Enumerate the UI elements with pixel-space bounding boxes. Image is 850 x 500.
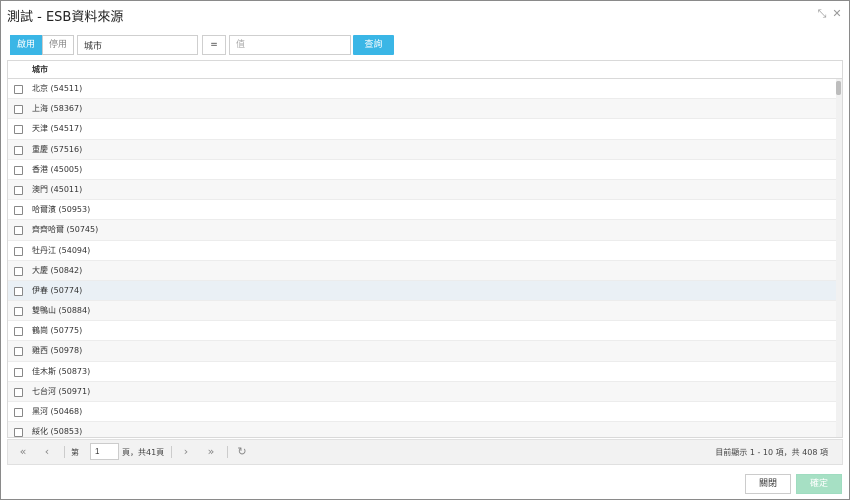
row-checkbox[interactable]: [14, 105, 23, 115]
table-row[interactable]: 天津 (54517): [8, 119, 836, 140]
first-page-icon[interactable]: «: [16, 445, 30, 459]
city-cell: 哈爾濱 (50953): [32, 205, 91, 215]
query-button[interactable]: 查詢: [353, 35, 394, 55]
filter-value-input[interactable]: [229, 35, 351, 55]
city-cell: 澳門 (45011): [32, 184, 83, 194]
row-checkbox[interactable]: [14, 307, 23, 317]
city-cell: 上海 (58367): [32, 104, 83, 114]
city-cell: 牡丹江 (54094): [32, 245, 91, 255]
city-cell: 綏化 (50853): [32, 427, 83, 437]
row-checkbox[interactable]: [14, 165, 23, 175]
scrollbar-thumb[interactable]: [836, 81, 841, 95]
pager: « ‹ 第 頁，共41頁 › » ↻ 目前顯示 1 - 10 項，共 408 項: [7, 439, 843, 465]
table-row[interactable]: 上海 (58367): [8, 99, 836, 120]
table-row[interactable]: 北京 (54511): [8, 79, 836, 100]
row-checkbox[interactable]: [14, 145, 23, 155]
close-button[interactable]: 關閉: [745, 474, 791, 494]
table-row[interactable]: 黑河 (50468): [8, 402, 836, 423]
row-checkbox[interactable]: [14, 266, 23, 276]
row-checkbox[interactable]: [14, 85, 23, 94]
close-icon[interactable]: ✕: [830, 7, 844, 21]
row-checkbox[interactable]: [14, 125, 23, 135]
city-cell: 雙鴨山 (50884): [32, 306, 91, 316]
pager-divider: [171, 446, 172, 458]
page-number-input[interactable]: [90, 443, 119, 460]
ok-button[interactable]: 確定: [796, 474, 842, 494]
table-row[interactable]: 佳木斯 (50873): [8, 362, 836, 382]
city-grid: 城市 北京 (54511) 上海 (58367) 天津 (54517) 重慶 (575…: [7, 60, 843, 438]
city-cell: 七台河 (50971): [32, 386, 91, 396]
city-cell: 齊齊哈爾 (50745): [32, 225, 99, 235]
city-cell: 香港 (45005): [32, 164, 83, 174]
table-row[interactable]: 澳門 (45011): [8, 179, 836, 201]
row-checkbox[interactable]: [14, 367, 23, 377]
grid-scrollbar[interactable]: [836, 79, 842, 437]
row-checkbox[interactable]: [14, 226, 23, 236]
row-checkbox[interactable]: [14, 408, 23, 417]
next-page-icon[interactable]: ›: [179, 445, 193, 459]
table-row[interactable]: 牡丹江 (54094): [8, 241, 836, 261]
row-checkbox[interactable]: [14, 185, 23, 195]
pager-divider: [64, 446, 65, 458]
table-row[interactable]: 綏化 (50853): [8, 422, 836, 437]
enable-toggle[interactable]: 啟用: [10, 35, 42, 55]
row-checkbox[interactable]: [14, 286, 23, 296]
prev-page-icon[interactable]: ‹: [40, 445, 54, 459]
pager-info: 目前顯示 1 - 10 項，共 408 項: [715, 448, 828, 457]
city-cell: 黑河 (50468): [32, 407, 83, 416]
operator-select[interactable]: [202, 35, 226, 55]
pager-divider: [227, 446, 228, 458]
row-checkbox[interactable]: [14, 387, 23, 397]
table-row[interactable]: 鶴崗 (50775): [8, 321, 836, 342]
disable-toggle[interactable]: 停用: [42, 35, 74, 55]
column-header-city[interactable]: 城市: [32, 64, 48, 75]
city-cell: 重慶 (57516): [32, 144, 83, 154]
grid-rows: 北京 (54511) 上海 (58367) 天津 (54517) 重慶 (57516)…: [8, 79, 836, 437]
table-row[interactable]: 雞西 (50978): [8, 341, 836, 362]
table-row[interactable]: 哈爾濱 (50953): [8, 200, 836, 221]
table-row[interactable]: 大慶 (50842): [8, 260, 836, 281]
dialog-title: 測試 - ESB資料來源: [7, 10, 124, 25]
grid-header: 城市: [8, 61, 842, 79]
refresh-icon[interactable]: ↻: [235, 445, 249, 459]
page-suffix: 頁，共41頁: [122, 448, 165, 457]
city-cell: 大慶 (50842): [32, 265, 83, 275]
table-row[interactable]: 重慶 (57516): [8, 139, 836, 160]
table-row[interactable]: 七台河 (50971): [8, 381, 836, 402]
dialog-window: 測試 - ESB資料來源 ⤡ ✕ 啟用 停用 查詢 城市 北京 (54511) 上…: [0, 0, 850, 500]
row-checkbox[interactable]: [14, 246, 23, 256]
table-row[interactable]: 齊齊哈爾 (50745): [8, 220, 836, 241]
city-cell: 伊春 (50774): [32, 285, 83, 295]
row-checkbox[interactable]: [14, 206, 23, 216]
table-row[interactable]: 伊春 (50774): [8, 280, 836, 302]
restore-icon[interactable]: ⤡: [815, 7, 829, 21]
title-bar: 測試 - ESB資料來源 ⤡ ✕: [1, 1, 849, 29]
page-prefix: 第: [71, 448, 79, 457]
row-checkbox[interactable]: [14, 347, 23, 357]
city-cell: 雞西 (50978): [32, 346, 83, 356]
table-row[interactable]: 雙鴨山 (50884): [8, 301, 836, 322]
last-page-icon[interactable]: »: [204, 445, 218, 459]
table-row[interactable]: 香港 (45005): [8, 160, 836, 180]
city-cell: 天津 (54517): [32, 124, 83, 134]
city-cell: 北京 (54511): [32, 84, 83, 93]
filter-field-select[interactable]: [77, 35, 198, 55]
city-cell: 鶴崗 (50775): [32, 326, 83, 336]
row-checkbox[interactable]: [14, 327, 23, 337]
city-cell: 佳木斯 (50873): [32, 366, 91, 376]
row-checkbox[interactable]: [14, 428, 23, 437]
